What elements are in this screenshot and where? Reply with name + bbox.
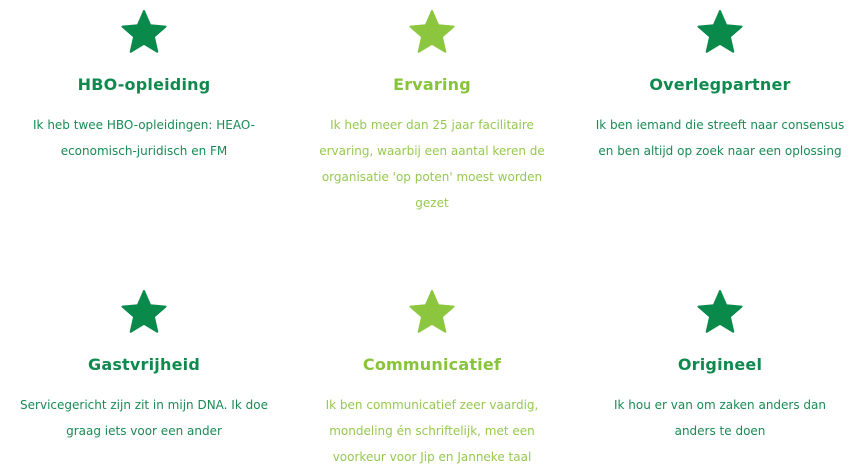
feature-title: Gastvrijheid bbox=[88, 355, 200, 374]
star-icon bbox=[121, 10, 167, 53]
feature-text: Ik hou er van om zaken anders dan anders… bbox=[613, 398, 827, 438]
feature-text: Ik ben communicatief zeer vaardig, monde… bbox=[325, 398, 539, 464]
feature-text: Ik heb twee HBO-opleidingen: HEAO-econom… bbox=[33, 118, 255, 158]
feature-title: Communicatief bbox=[362, 355, 502, 374]
feature-text: Ik heb meer dan 25 jaar facilitaire erva… bbox=[319, 118, 545, 210]
feature-card-ervaring: Ervaring Ik heb meer dan 25 jaar facilit… bbox=[288, 10, 576, 216]
feature-card-hbo-opleiding: HBO-opleiding Ik heb twee HBO-opleidinge… bbox=[0, 10, 288, 164]
feature-title: Overlegpartner bbox=[649, 75, 791, 94]
feature-text: Servicegericht zijn zit in mijn DNA. Ik … bbox=[20, 398, 268, 438]
feature-card-origineel: Origineel Ik hou er van om zaken anders … bbox=[576, 290, 864, 444]
star-icon bbox=[697, 290, 743, 333]
feature-card-gastvrijheid: Gastvrijheid Servicegericht zijn zit in … bbox=[0, 290, 288, 444]
feature-text: Ik ben iemand die streeft naar consensus… bbox=[595, 118, 845, 158]
star-icon bbox=[697, 10, 743, 53]
star-icon bbox=[409, 10, 455, 53]
feature-card-overlegpartner: Overlegpartner Ik ben iemand die streeft… bbox=[576, 10, 864, 164]
features-grid: HBO-opleiding Ik heb twee HBO-opleidinge… bbox=[0, 0, 864, 468]
feature-title: HBO-opleiding bbox=[77, 75, 211, 94]
star-icon bbox=[409, 290, 455, 333]
feature-title: Origineel bbox=[677, 355, 763, 374]
feature-card-communicatief: Communicatief Ik ben communicatief zeer … bbox=[288, 290, 576, 470]
feature-title: Ervaring bbox=[393, 75, 471, 94]
star-icon bbox=[121, 290, 167, 333]
